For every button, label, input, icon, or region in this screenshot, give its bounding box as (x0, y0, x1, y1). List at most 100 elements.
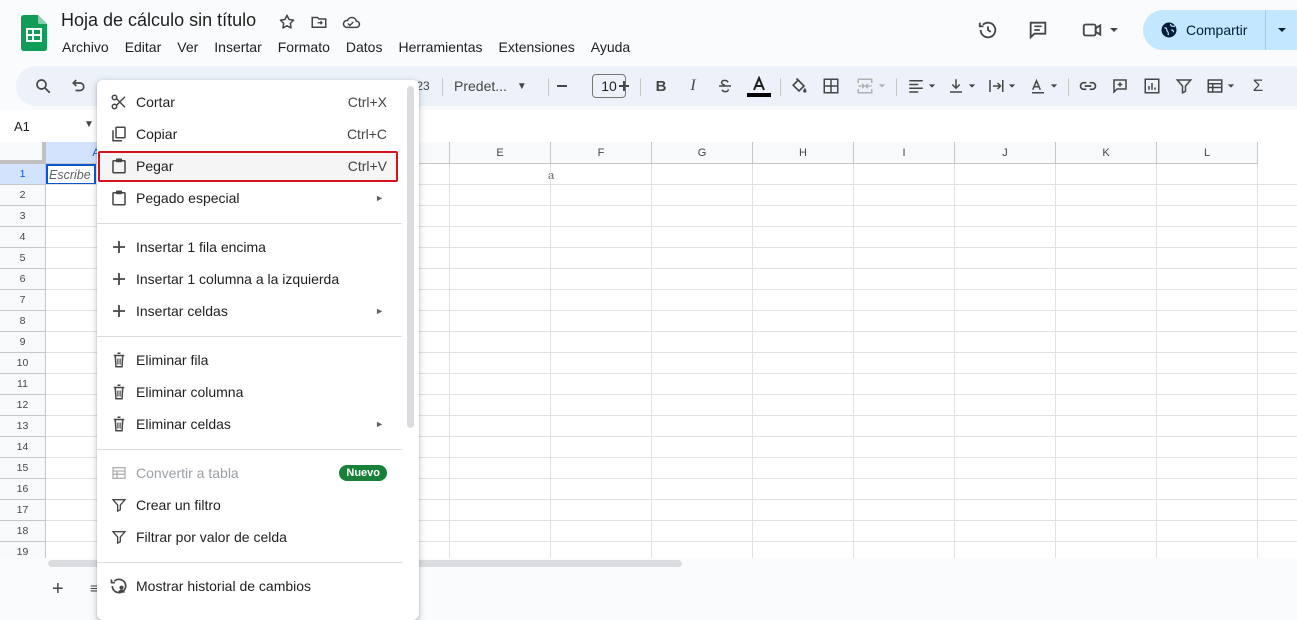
menu-item-cortar[interactable]: Cortar Ctrl+X (97, 86, 402, 118)
menu-item-eliminar-celdas[interactable]: Eliminar celdas ► (97, 408, 402, 440)
text-wrap-icon[interactable] (982, 72, 1020, 100)
submenu-arrow-icon: ► (375, 306, 384, 316)
cloud-status-icon[interactable] (339, 10, 363, 34)
menu-item-label: Filtrar por valor de celda (136, 529, 287, 545)
row-header-9[interactable]: 9 (0, 332, 46, 353)
plus-icon (109, 269, 129, 289)
row-header-3[interactable]: 3 (0, 206, 46, 227)
meet-video-icon[interactable] (1076, 10, 1124, 50)
horizontal-align-icon[interactable] (902, 72, 940, 100)
cell-stray-text: a (548, 170, 555, 182)
star-icon[interactable] (275, 10, 299, 34)
history-icon (109, 576, 129, 596)
text-color-icon[interactable] (746, 72, 772, 100)
row-header-14[interactable]: 14 (0, 437, 46, 458)
menu-herramientas[interactable]: Herramientas (390, 36, 490, 58)
italic-icon[interactable]: I (682, 72, 704, 100)
menu-bar: Archivo Editar Ver Insertar Formato Dato… (54, 36, 638, 58)
menu-editar[interactable]: Editar (117, 36, 170, 58)
history-icon[interactable] (972, 10, 1004, 50)
menu-item-filtrar-por-valor-de-celda[interactable]: Filtrar por valor de celda (97, 521, 402, 553)
menu-formato[interactable]: Formato (270, 36, 338, 58)
menu-extensiones[interactable]: Extensiones (490, 36, 582, 58)
row-header-2[interactable]: 2 (0, 185, 46, 206)
select-all-corner[interactable] (0, 142, 46, 164)
fill-color-icon[interactable] (788, 72, 810, 100)
menu-item-eliminar-columna[interactable]: Eliminar columna (97, 376, 402, 408)
menu-separator (97, 562, 402, 563)
menu-insertar[interactable]: Insertar (206, 36, 269, 58)
menu-item-mostrar-historial-de-cambios[interactable]: Mostrar historial de cambios (97, 570, 402, 602)
text-rotation-icon[interactable] (1024, 72, 1062, 100)
insert-comment-icon[interactable] (1108, 72, 1132, 100)
row-header-7[interactable]: 7 (0, 290, 46, 311)
menu-item-eliminar-fila[interactable]: Eliminar fila (97, 344, 402, 376)
comments-icon[interactable] (1022, 10, 1054, 50)
row-header-11[interactable]: 11 (0, 374, 46, 395)
column-header-i[interactable]: I (854, 142, 955, 164)
decrease-font-size-icon[interactable] (552, 72, 572, 100)
row-header-18[interactable]: 18 (0, 521, 46, 542)
column-header-l[interactable]: L (1157, 142, 1258, 164)
row-header-15[interactable]: 15 (0, 458, 46, 479)
column-header-e[interactable]: E (450, 142, 551, 164)
menu-item-insertar-1-fila-encima[interactable]: Insertar 1 fila encima (97, 231, 402, 263)
chevron-down-icon[interactable]: ▼ (84, 119, 94, 130)
context-menu-scrollbar[interactable] (407, 86, 414, 428)
filter-icon (109, 495, 129, 515)
menu-datos[interactable]: Datos (338, 36, 391, 58)
chevron-down-icon (928, 84, 935, 88)
menu-item-insertar-celdas[interactable]: Insertar celdas ► (97, 295, 402, 327)
name-box[interactable]: A1 (14, 119, 30, 134)
row-header-1[interactable]: 1 (0, 164, 46, 185)
menu-item-label: Cortar (136, 94, 175, 110)
row-header-4[interactable]: 4 (0, 227, 46, 248)
menu-archivo[interactable]: Archivo (54, 36, 117, 58)
menu-item-pegado-especial[interactable]: Pegado especial ► (97, 182, 402, 214)
insert-link-icon[interactable] (1076, 72, 1100, 100)
menu-separator (97, 336, 402, 337)
menu-ayuda[interactable]: Ayuda (583, 36, 638, 58)
chevron-down-icon (1050, 84, 1057, 88)
increase-font-size-icon[interactable] (614, 72, 634, 100)
bold-icon[interactable]: B (650, 72, 672, 100)
menu-item-label: Insertar celdas (136, 303, 228, 319)
functions-sigma-icon[interactable]: Σ (1246, 72, 1270, 100)
add-sheet-icon[interactable]: + (52, 578, 64, 601)
menu-item-crear-un-filtro[interactable]: Crear un filtro (97, 489, 402, 521)
strikethrough-icon[interactable] (714, 72, 736, 100)
undo-icon[interactable] (64, 72, 90, 100)
column-header-f[interactable]: F (551, 142, 652, 164)
borders-icon[interactable] (820, 72, 842, 100)
menu-item-copiar[interactable]: Copiar Ctrl+C (97, 118, 402, 150)
menu-separator (97, 449, 402, 450)
share-options-button[interactable] (1265, 10, 1297, 50)
menu-item-label: Insertar 1 columna a la izquierda (136, 271, 340, 287)
row-header-13[interactable]: 13 (0, 416, 46, 437)
insert-chart-icon[interactable] (1140, 72, 1164, 100)
row-header-17[interactable]: 17 (0, 500, 46, 521)
new-badge: Nuevo (339, 465, 387, 481)
filter-icon[interactable] (1172, 72, 1196, 100)
sheets-logo-icon[interactable] (21, 15, 47, 51)
row-header-16[interactable]: 16 (0, 479, 46, 500)
table-view-icon[interactable] (1202, 72, 1238, 100)
row-header-12[interactable]: 12 (0, 395, 46, 416)
row-header-5[interactable]: 5 (0, 248, 46, 269)
row-header-10[interactable]: 10 (0, 353, 46, 374)
row-header-8[interactable]: 8 (0, 311, 46, 332)
column-header-h[interactable]: H (753, 142, 854, 164)
search-menus-icon[interactable] (30, 72, 56, 100)
merge-cells-icon[interactable] (852, 72, 890, 100)
column-header-g[interactable]: G (652, 142, 753, 164)
font-family-select[interactable]: Predet... ▼ (454, 72, 546, 100)
menu-ver[interactable]: Ver (169, 36, 206, 58)
column-header-k[interactable]: K (1056, 142, 1157, 164)
column-header-j[interactable]: J (955, 142, 1056, 164)
vertical-align-icon[interactable] (942, 72, 980, 100)
move-folder-icon[interactable] (307, 10, 331, 34)
document-title[interactable]: Hoja de cálculo sin título (61, 10, 256, 31)
row-header-6[interactable]: 6 (0, 269, 46, 290)
trash-icon (109, 414, 129, 434)
menu-item-insertar-1-columna-a-la-izquierda[interactable]: Insertar 1 columna a la izquierda (97, 263, 402, 295)
